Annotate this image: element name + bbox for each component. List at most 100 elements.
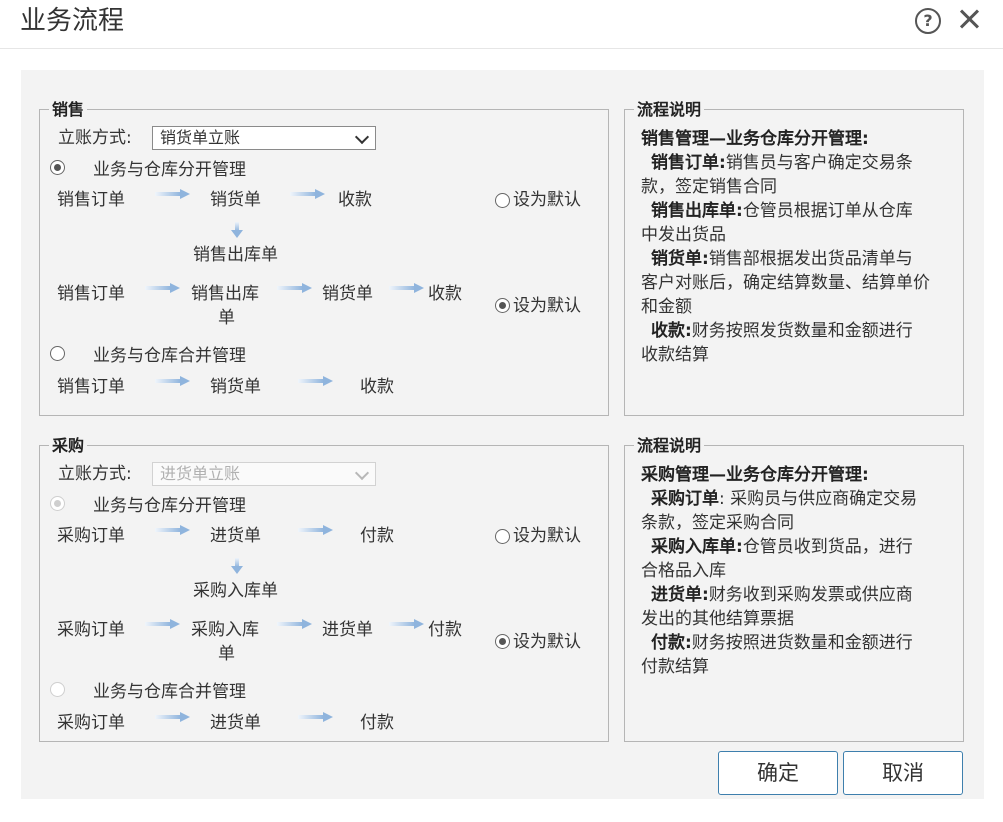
sales-account-value: 销货单立账 (160, 128, 241, 147)
purchase-desc-line: 仓管员收到货品，进行 (742, 537, 913, 557)
purchase-flow1-default-label[interactable]: 设为默认 (513, 525, 581, 547)
ok-button[interactable]: 确定 (718, 751, 838, 795)
purchase-flow2-step3: 进货单 (322, 620, 373, 640)
purchase-flow1-default-radio[interactable] (495, 529, 510, 544)
sales-desc-term: 销售出库单: (651, 201, 743, 221)
purchase-desc-line: 财务按照进货数量和金额进行 (691, 633, 913, 653)
sales-flow3-step1: 销售订单 (57, 377, 125, 397)
purchase-flow2-step4: 付款 (428, 620, 462, 640)
sales-fieldset (39, 109, 609, 416)
purchase-flow3-step2: 进货单 (210, 713, 261, 733)
purchase-desc-heading: 采购管理—业务仓库分开管理: (641, 465, 869, 485)
arrow-down-icon (231, 558, 243, 574)
purchase-desc-line: 财务收到采购发票或供应商 (708, 585, 913, 605)
sales-desc-line: 款，签定销售合同 (641, 177, 777, 197)
dialog-title: 业务流程 (20, 6, 125, 36)
sales-flow2-default-radio[interactable] (495, 298, 510, 313)
arrow-right-icon (389, 283, 425, 293)
purchase-option1-radio (50, 496, 65, 511)
sales-account-label: 立账方式: (58, 128, 132, 148)
purchase-option2-label: 业务与仓库合并管理 (93, 682, 246, 702)
sales-desc-line: 收款结算 (641, 345, 709, 365)
arrow-right-icon (155, 376, 191, 386)
purchase-flow3-step1: 采购订单 (57, 713, 125, 733)
sales-desc-line: 销售员与客户确定交易条 (725, 153, 913, 173)
sales-option2-label[interactable]: 业务与仓库合并管理 (93, 345, 246, 367)
purchase-legend: 采购 (49, 436, 88, 456)
purchase-desc-term: 采购订单 (651, 489, 719, 509)
purchase-desc-line: : 采购员与供应商确定交易 (719, 489, 918, 509)
purchase-flow1-step1: 采购订单 (57, 526, 125, 546)
arrow-right-icon (298, 376, 334, 386)
purchase-flow2-step2-line1: 采购入库 (191, 620, 259, 640)
arrow-right-icon (155, 712, 191, 722)
sales-option1-radio[interactable] (50, 160, 65, 175)
close-icon[interactable] (956, 4, 984, 34)
purchase-desc-line: 发出的其他结算票据 (641, 609, 794, 629)
sales-option2-radio[interactable] (50, 346, 65, 361)
purchase-flow1-step2: 进货单 (210, 526, 261, 546)
purchase-desc-line: 条款，签定采购合同 (641, 513, 794, 533)
sales-flow2-default-label[interactable]: 设为默认 (513, 295, 581, 317)
sales-option1-label[interactable]: 业务与仓库分开管理 (93, 159, 246, 181)
purchase-desc-text: 采购管理—业务仓库分开管理: 采购订单: 采购员与供应商确定交易 条款，签定采购… (641, 463, 953, 679)
sales-desc-line: 财务按照发货数量和金额进行 (691, 321, 913, 341)
arrow-right-icon (277, 283, 313, 293)
purchase-desc-term: 进货单: (651, 585, 709, 605)
sales-desc-line: 销售部根据发出货品清单与 (708, 249, 913, 269)
sales-desc-line: 和金额 (641, 297, 692, 317)
sales-flow2-step3: 销货单 (322, 284, 373, 304)
purchase-flow2-default-label[interactable]: 设为默认 (513, 631, 581, 653)
purchase-option2-radio (50, 682, 65, 697)
purchase-flow1-down-step: 采购入库单 (193, 581, 278, 601)
arrow-right-icon (389, 619, 425, 629)
sales-desc-term: 销售订单: (651, 153, 726, 173)
sales-flow3-step2: 销货单 (210, 377, 261, 397)
sales-flow1-default-label[interactable]: 设为默认 (513, 189, 581, 211)
help-icon[interactable]: ? (915, 8, 941, 34)
purchase-account-value: 进货单立账 (160, 464, 241, 483)
arrow-right-icon (298, 712, 334, 722)
arrow-right-icon (277, 619, 313, 629)
purchase-flow2-step1: 采购订单 (57, 620, 125, 640)
purchase-option1-label: 业务与仓库分开管理 (93, 496, 246, 516)
purchase-flow2-default-radio[interactable] (495, 634, 510, 649)
sales-flow2-step2-line2: 单 (218, 308, 235, 328)
arrow-right-icon (290, 189, 326, 199)
sales-legend: 销售 (49, 100, 88, 120)
sales-desc-heading: 销售管理—业务仓库分开管理: (641, 129, 869, 149)
sales-flow2-step1: 销售订单 (57, 284, 125, 304)
sales-flow1-step3: 收款 (338, 190, 372, 210)
sales-flow2-step2-line1: 销售出库 (191, 284, 259, 304)
chevron-down-icon (354, 465, 370, 481)
sales-desc-term: 收款: (651, 321, 692, 341)
purchase-desc-line: 合格品入库 (641, 561, 726, 581)
sales-flow1-default-radio[interactable] (495, 193, 510, 208)
purchase-desc-legend: 流程说明 (634, 436, 705, 456)
arrow-right-icon (155, 189, 191, 199)
dialog-header: 业务流程 ? (0, 0, 1003, 49)
purchase-desc-term: 付款: (651, 633, 692, 653)
arrow-down-icon (231, 222, 243, 238)
cancel-button[interactable]: 取消 (843, 751, 963, 795)
sales-flow1-down-step: 销售出库单 (193, 245, 278, 265)
sales-desc-line: 中发出货品 (641, 225, 726, 245)
purchase-account-label: 立账方式: (58, 464, 132, 484)
purchase-flow1-step3: 付款 (360, 526, 394, 546)
sales-desc-line: 仓管员根据订单从仓库 (742, 201, 913, 221)
sales-desc-line: 客户对账后，确定结算数量、结算单价 (641, 273, 930, 293)
sales-account-select[interactable]: 销货单立账 (152, 126, 376, 150)
sales-flow3-step3: 收款 (360, 377, 394, 397)
arrow-right-icon (145, 283, 181, 293)
sales-desc-text: 销售管理—业务仓库分开管理: 销售订单:销售员与客户确定交易条 款，签定销售合同… (641, 127, 953, 367)
purchase-flow2-step2-line2: 单 (218, 644, 235, 664)
purchase-desc-line: 付款结算 (641, 657, 709, 677)
purchase-flow3-step3: 付款 (360, 713, 394, 733)
arrow-right-icon (145, 619, 181, 629)
sales-flow2-step4: 收款 (428, 284, 462, 304)
sales-desc-term: 销货单: (651, 249, 709, 269)
arrow-right-icon (298, 525, 334, 535)
purchase-desc-term: 采购入库单: (651, 537, 743, 557)
sales-flow1-step2: 销货单 (210, 190, 261, 210)
chevron-down-icon (354, 129, 370, 145)
